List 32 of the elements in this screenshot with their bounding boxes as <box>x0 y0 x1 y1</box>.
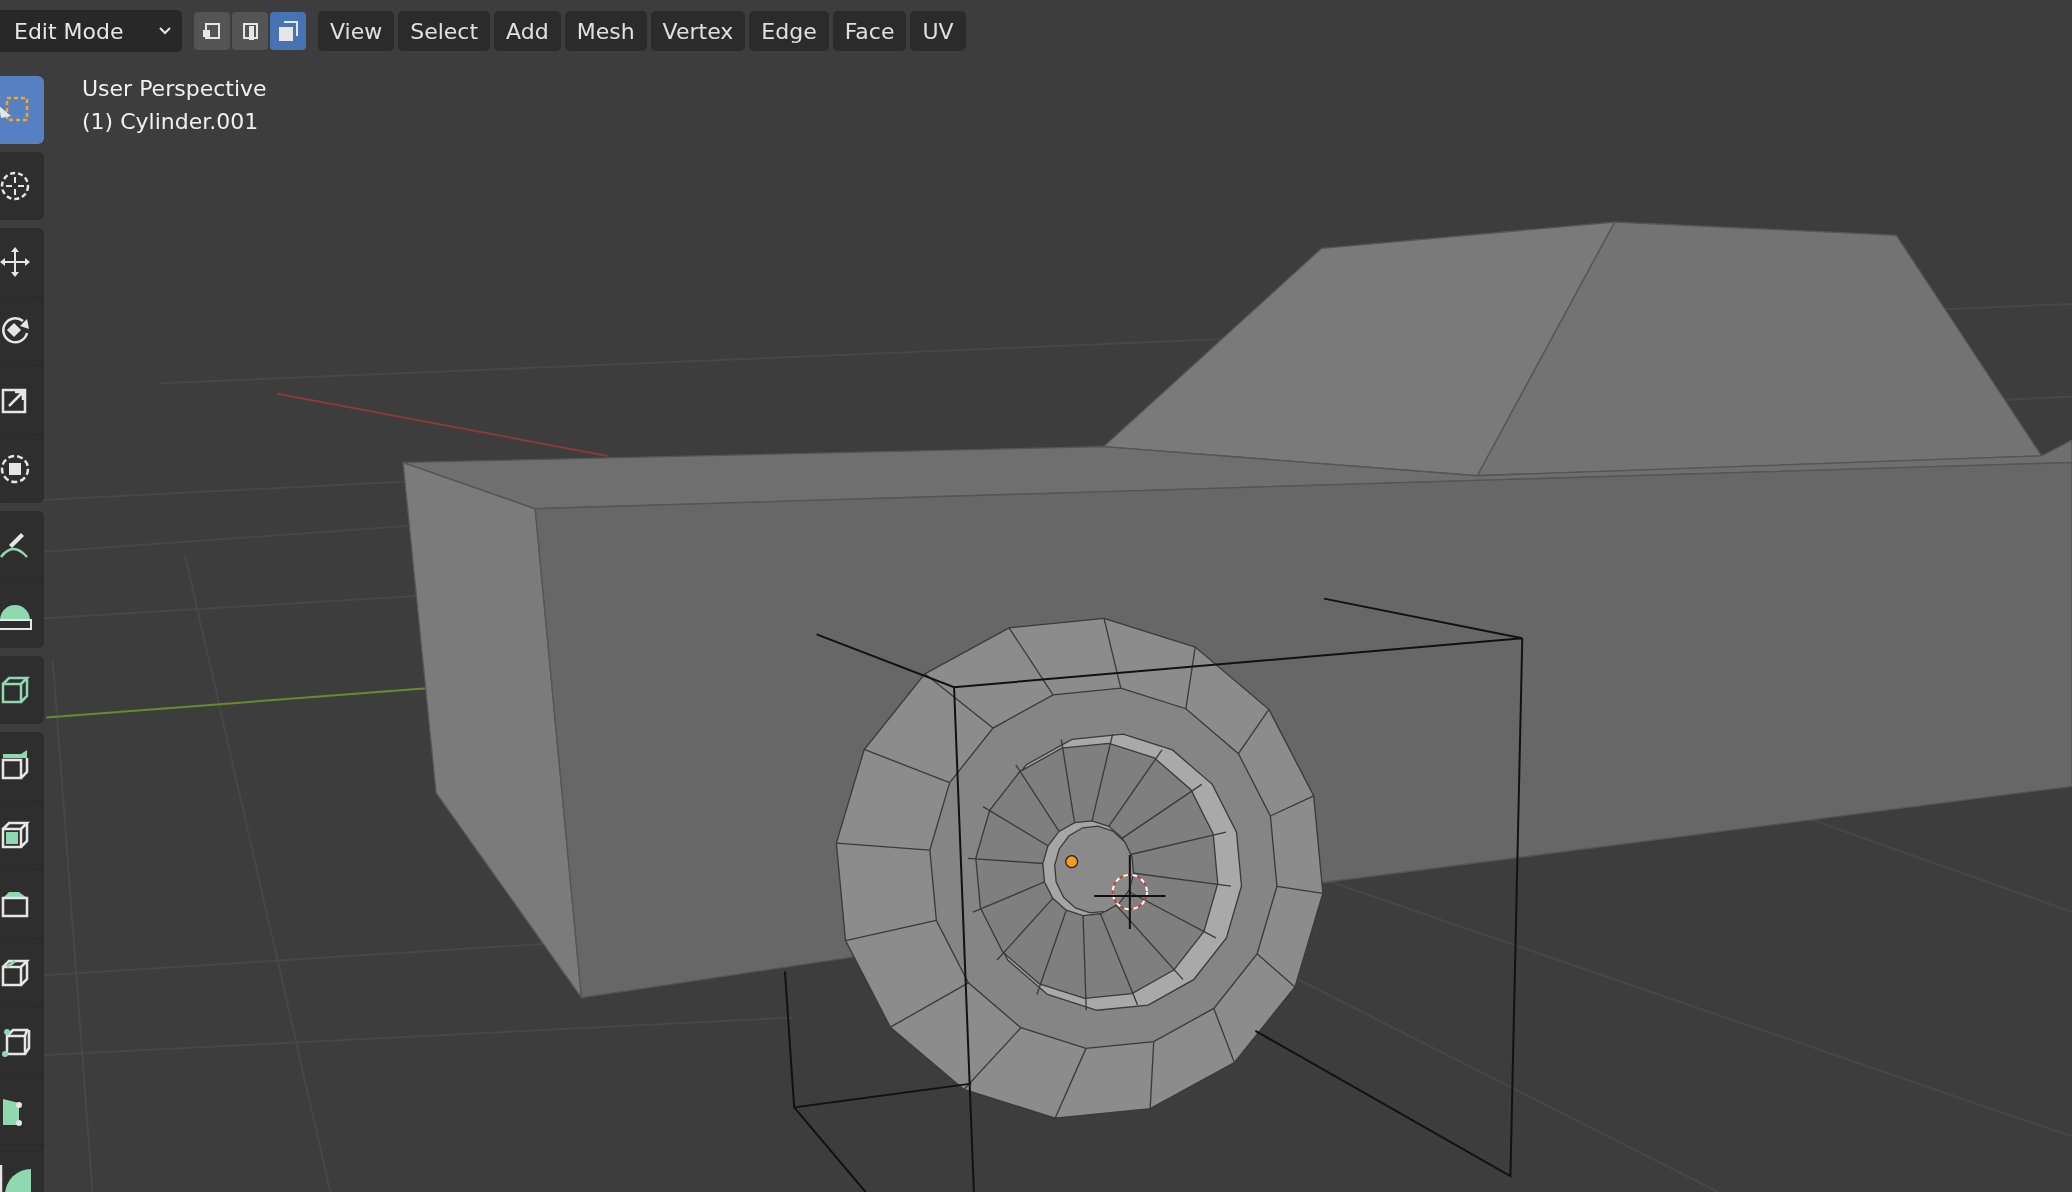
menu-button[interactable]: Mesh <box>564 11 647 51</box>
spin-icon <box>0 1162 33 1192</box>
menu-button[interactable]: UV <box>910 11 966 51</box>
tool-button[interactable] <box>0 1077 44 1145</box>
tool-button[interactable] <box>0 732 44 800</box>
menu-button[interactable]: Face <box>832 11 907 51</box>
origin-dot <box>1065 855 1079 869</box>
tool-button[interactable] <box>0 511 44 579</box>
tool-button[interactable] <box>0 580 44 648</box>
tool-button[interactable] <box>0 228 44 296</box>
object-name-text: (1) Cylinder.001 <box>82 109 260 134</box>
tool-button[interactable] <box>0 435 44 503</box>
menu-button[interactable]: Select <box>398 11 491 51</box>
vertex-select-mode-button[interactable] <box>194 12 230 50</box>
tool-button[interactable] <box>0 366 44 434</box>
menu-button[interactable]: Add <box>494 11 561 51</box>
tool-button[interactable] <box>0 152 44 220</box>
caret-icon <box>158 26 172 36</box>
menu-button[interactable]: Vertex <box>650 11 746 51</box>
tool-button[interactable] <box>0 297 44 365</box>
tool-button[interactable] <box>0 939 44 1007</box>
view-name-text: User Perspective <box>82 76 267 101</box>
face-select-mode-button[interactable] <box>270 12 306 50</box>
3d-cursor-icon <box>1093 854 1167 930</box>
edge-select-mode-button[interactable] <box>232 12 268 50</box>
mode-dropdown[interactable]: Edit Mode <box>0 10 182 52</box>
tool-button[interactable] <box>0 656 44 724</box>
tool-button[interactable] <box>0 801 44 869</box>
menu-button[interactable]: Edge <box>749 11 829 51</box>
menu-button[interactable]: View <box>318 11 395 51</box>
tool-button[interactable] <box>0 870 44 938</box>
tool-button[interactable] <box>0 1008 44 1076</box>
